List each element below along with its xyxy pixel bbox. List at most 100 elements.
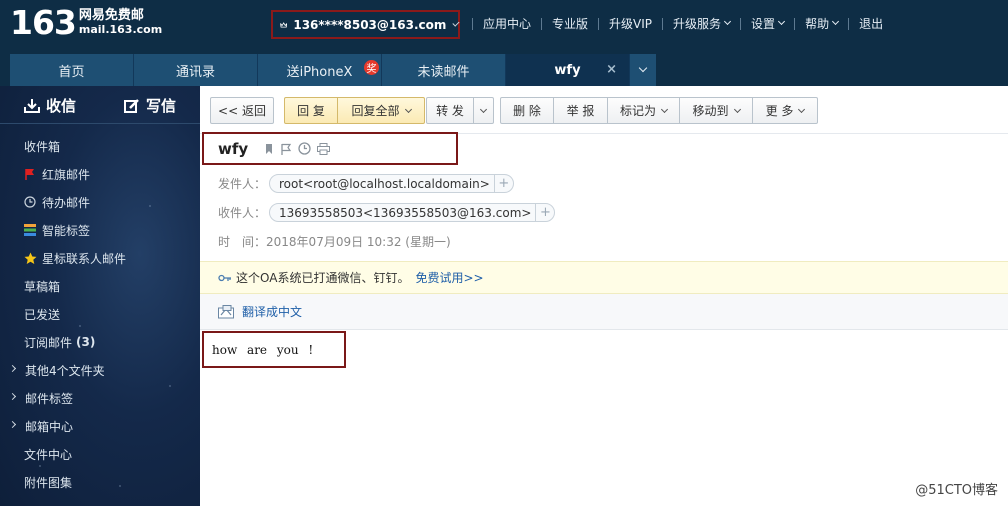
mark-as-button[interactable]: 标记为 (607, 97, 680, 124)
translate-icon (218, 304, 234, 318)
star-icon (24, 252, 37, 264)
reply-all-button[interactable]: 回复全部 (337, 97, 425, 124)
tab-more-button[interactable] (630, 54, 656, 86)
more-button[interactable]: 更 多 (752, 97, 818, 124)
prize-badge: 奖 (364, 60, 379, 75)
chevron-right-icon (8, 420, 17, 429)
print-icon[interactable] (317, 142, 331, 155)
tab-bar: 首页 通讯录 送iPhoneX 奖 未读邮件 wfy × (0, 46, 1008, 86)
chevron-right-icon (8, 364, 17, 373)
logo-domain-text: mail.163.com (78, 23, 163, 36)
sender-row: 发件人： root<root@localhost.localdomain> + (218, 174, 514, 193)
folder-attachment-gallery[interactable]: 附件图集 (0, 468, 200, 496)
bookmark-icon[interactable] (264, 143, 274, 155)
chevron-down-icon (778, 17, 786, 26)
chevron-right-icon (8, 392, 17, 401)
free-trial-link[interactable]: 免费试用>> (415, 269, 483, 286)
logo[interactable]: 163 网易免费邮 mail.163.com (10, 6, 162, 40)
nav-app-center[interactable]: 应用中心 (483, 15, 531, 32)
nav-pro-version[interactable]: 专业版 (552, 15, 588, 32)
key-icon (218, 274, 231, 281)
chevron-down-icon (452, 19, 460, 26)
folder-mailbox-center[interactable]: 邮箱中心 (0, 412, 200, 440)
unread-count: (3) (76, 335, 96, 349)
add-contact-icon[interactable]: + (493, 175, 513, 192)
chevron-down-icon (638, 63, 648, 73)
email-subject: wfy (218, 139, 249, 158)
flag-icon[interactable] (280, 143, 292, 155)
clock-icon (24, 196, 36, 208)
close-icon[interactable]: × (606, 62, 617, 77)
forward-button[interactable]: 转 发 (426, 97, 474, 124)
folder-subscriptions[interactable]: 订阅邮件 (3) (0, 328, 200, 356)
compose-button[interactable]: 写信 (100, 86, 200, 124)
subject-row: wfy (202, 132, 458, 165)
top-bar: 163 网易免费邮 mail.163.com 136****8503@163.c… (0, 0, 1008, 46)
chevron-down-icon (733, 105, 741, 113)
logo-cn-text: 网易免费邮 (78, 8, 144, 23)
nav-settings[interactable]: 设置 (751, 15, 786, 32)
folder-smart-tags[interactable]: 智能标签 (0, 216, 200, 244)
tab-contacts[interactable]: 通讯录 (134, 54, 258, 86)
logo-number: 163 (10, 3, 77, 42)
message-view: << 返回 回 复 回复全部 转 发 删 除 举 报 标记为 移动到 更 多 w… (200, 86, 1008, 506)
watermark: @51CTO博客 (915, 483, 998, 498)
back-button[interactable]: << 返回 (210, 97, 274, 124)
tab-current-email[interactable]: wfy × (506, 54, 630, 86)
notice-text: 这个OA系统已打通微信、钉钉。 (236, 271, 410, 285)
forward-dropdown[interactable] (473, 97, 494, 124)
pencil-square-icon (123, 98, 139, 113)
sender-label: 发件人： (218, 177, 267, 191)
chevron-down-icon (832, 17, 840, 26)
download-icon (23, 98, 40, 113)
crown-icon (280, 21, 288, 27)
nav-help[interactable]: 帮助 (805, 15, 840, 32)
translate-bar[interactable]: 翻译成中文 (200, 294, 1008, 330)
nav-logout[interactable]: 退出 (859, 15, 883, 32)
folder-mail-tags[interactable]: 邮件标签 (0, 384, 200, 412)
report-button[interactable]: 举 报 (553, 97, 608, 124)
tab-unread-mail[interactable]: 未读邮件 (382, 54, 506, 86)
account-menu[interactable]: 136****8503@163.com (271, 10, 460, 39)
top-nav: 应用中心 专业版 升级VIP 升级服务 设置 帮助 退出 (462, 15, 883, 32)
recipient-chip[interactable]: 13693558503<13693558503@163.com> + (269, 203, 556, 222)
tag-stack-icon (24, 224, 36, 236)
folder-other-folders[interactable]: 其他4个文件夹 (0, 356, 200, 384)
time-label: 时 间： (218, 235, 267, 249)
email-time: 2018年07月09日 10:32 (星期一) (266, 235, 451, 249)
folder-file-center[interactable]: 文件中心 (0, 440, 200, 468)
folder-list: 收件箱 红旗邮件 待办邮件 智能标签 星标联系人邮件 草稿箱 已发送 订阅邮件(… (0, 132, 200, 496)
nav-upgrade-service[interactable]: 升级服务 (673, 15, 732, 32)
time-row: 时 间： 2018年07月09日 10:32 (星期一) (218, 233, 451, 250)
tab-home[interactable]: 首页 (10, 54, 134, 86)
chevron-down-icon (724, 17, 732, 26)
folder-starred-contacts[interactable]: 星标联系人邮件 (0, 244, 200, 272)
promo-notice: 这个OA系统已打通微信、钉钉。 免费试用>> (200, 261, 1008, 294)
folder-inbox[interactable]: 收件箱 (0, 132, 200, 160)
email-body-text: how are you ! (212, 342, 314, 357)
account-email: 136****8503@163.com (293, 17, 447, 32)
recipient-row: 收件人： 13693558503<13693558503@163.com> + (218, 203, 556, 222)
receive-button[interactable]: 收信 (0, 86, 100, 124)
email-body: how are you ! (202, 331, 346, 368)
chevron-down-icon (404, 105, 412, 113)
delete-button[interactable]: 删 除 (500, 97, 554, 124)
tab-promo-iphonex[interactable]: 送iPhoneX 奖 (258, 54, 382, 86)
move-to-button[interactable]: 移动到 (679, 97, 753, 124)
chevron-down-icon (660, 105, 669, 113)
folder-red-flag[interactable]: 红旗邮件 (0, 160, 200, 188)
clock-icon[interactable] (298, 142, 311, 155)
folder-sent[interactable]: 已发送 (0, 300, 200, 328)
chevron-down-icon (798, 105, 806, 113)
sidebar: 收信 写信 收件箱 红旗邮件 待办邮件 智能标签 星标联系人邮件 草稿箱 已发送… (0, 86, 200, 506)
sender-chip[interactable]: root<root@localhost.localdomain> + (269, 174, 514, 193)
message-toolbar: << 返回 回 复 回复全部 转 发 删 除 举 报 标记为 移动到 更 多 (200, 86, 1008, 134)
nav-upgrade-vip[interactable]: 升级VIP (609, 15, 652, 32)
folder-todo[interactable]: 待办邮件 (0, 188, 200, 216)
reply-button[interactable]: 回 复 (284, 97, 338, 124)
folder-drafts[interactable]: 草稿箱 (0, 272, 200, 300)
translate-link[interactable]: 翻译成中文 (242, 303, 302, 320)
add-contact-icon[interactable]: + (535, 204, 554, 221)
chevron-down-icon (479, 105, 488, 113)
red-flag-icon (25, 169, 34, 180)
